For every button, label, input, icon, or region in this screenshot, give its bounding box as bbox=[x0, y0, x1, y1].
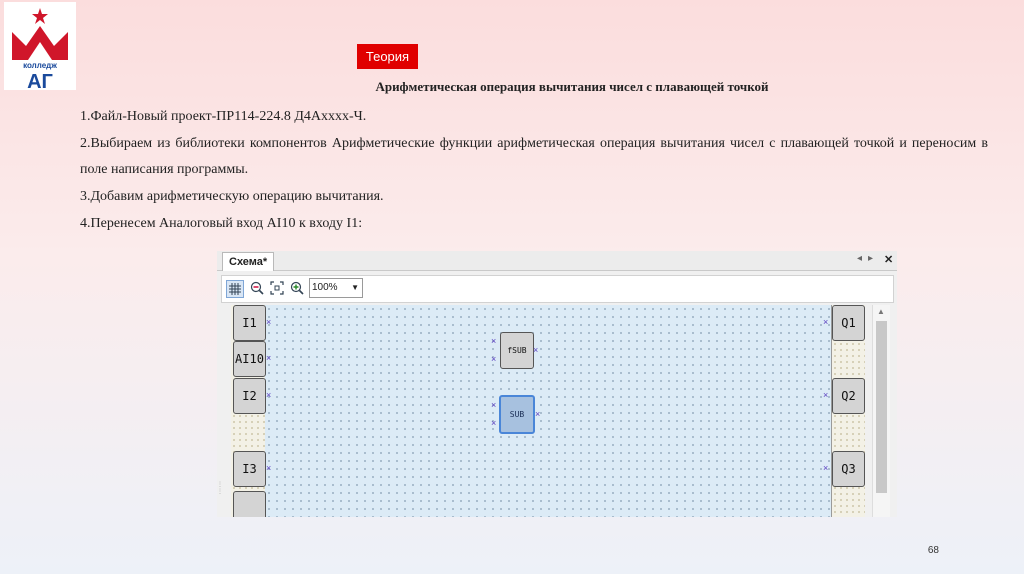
fsub-pin-in1[interactable]: × bbox=[491, 337, 496, 346]
pin-I2[interactable]: × bbox=[266, 391, 271, 400]
drawing-canvas[interactable] bbox=[265, 305, 831, 517]
sub-block[interactable]: SUB bbox=[499, 395, 535, 434]
tab-scroll-right-icon[interactable]: ▸ bbox=[868, 253, 873, 264]
input-AI10[interactable]: AI10 bbox=[233, 341, 266, 377]
tab-strip: Схема* ◂ ▸ ✕ bbox=[217, 251, 897, 271]
chevron-down-icon: ▼ bbox=[351, 283, 359, 292]
tab-schema[interactable]: Схема* bbox=[222, 252, 275, 271]
scrollbar-thumb[interactable] bbox=[876, 321, 887, 493]
output-Q2[interactable]: Q2 bbox=[832, 378, 865, 414]
splitter-handle-icon[interactable]: ⋮ ⋮ bbox=[217, 481, 223, 495]
pin-I3[interactable]: × bbox=[266, 464, 271, 473]
pin-AI10[interactable]: × bbox=[266, 354, 271, 363]
page-number: 68 bbox=[927, 545, 939, 556]
vertical-scrollbar[interactable]: ▲ bbox=[872, 305, 890, 517]
input-I3[interactable]: I3 bbox=[233, 451, 266, 487]
output-Q1[interactable]: Q1 bbox=[832, 305, 865, 341]
zoom-select[interactable]: 100% ▼ bbox=[309, 278, 363, 298]
theory-badge: Теория bbox=[357, 44, 418, 69]
fsub-pin-in2[interactable]: × bbox=[491, 355, 496, 364]
schematic-editor: Схема* ◂ ▸ ✕ 100% ▼ ⋮ ⋮ ▲ I1 × AI10 × I2 … bbox=[217, 251, 897, 517]
input-next[interactable] bbox=[233, 491, 266, 517]
pin-Q2[interactable]: × bbox=[823, 391, 828, 400]
zoom-out-icon[interactable] bbox=[249, 280, 265, 296]
step-1: 1.Файл-Новый проект-ПР114-224.8 Д4Аxxxx-… bbox=[80, 109, 367, 124]
fsub-pin-out[interactable]: × bbox=[533, 346, 538, 355]
grid-icon[interactable] bbox=[226, 280, 244, 298]
college-logo: колледж АГ bbox=[4, 2, 76, 90]
step-4: 4.Перенесем Аналоговый вход AI10 к входу… bbox=[80, 216, 363, 231]
close-icon[interactable]: ✕ bbox=[884, 253, 893, 266]
fsub-block[interactable]: fSUB bbox=[500, 332, 534, 369]
fit-to-page-icon[interactable] bbox=[269, 280, 285, 296]
input-I2[interactable]: I2 bbox=[233, 378, 266, 414]
sub-pin-in2[interactable]: × bbox=[491, 419, 496, 428]
svg-text:колледж: колледж bbox=[23, 61, 57, 70]
sub-pin-in1[interactable]: × bbox=[491, 401, 496, 410]
step-2: 2.Выбираем из библиотеки компонентов Ари… bbox=[80, 136, 988, 177]
sub-pin-out[interactable]: × bbox=[535, 410, 540, 419]
tab-scroll-left-icon[interactable]: ◂ bbox=[857, 253, 862, 264]
scroll-up-icon[interactable]: ▲ bbox=[877, 307, 885, 316]
output-Q3[interactable]: Q3 bbox=[832, 451, 865, 487]
step-3: 3.Добавим арифметическую операцию вычита… bbox=[80, 189, 384, 204]
slide-title: Арифметическая операция вычитания чисел … bbox=[375, 79, 769, 94]
pin-Q3[interactable]: × bbox=[823, 464, 828, 473]
editor-toolbar: 100% ▼ bbox=[221, 275, 894, 303]
zoom-in-icon[interactable] bbox=[289, 280, 305, 296]
input-I1[interactable]: I1 bbox=[233, 305, 266, 341]
pin-Q1[interactable]: × bbox=[823, 318, 828, 327]
pin-I1[interactable]: × bbox=[266, 318, 271, 327]
